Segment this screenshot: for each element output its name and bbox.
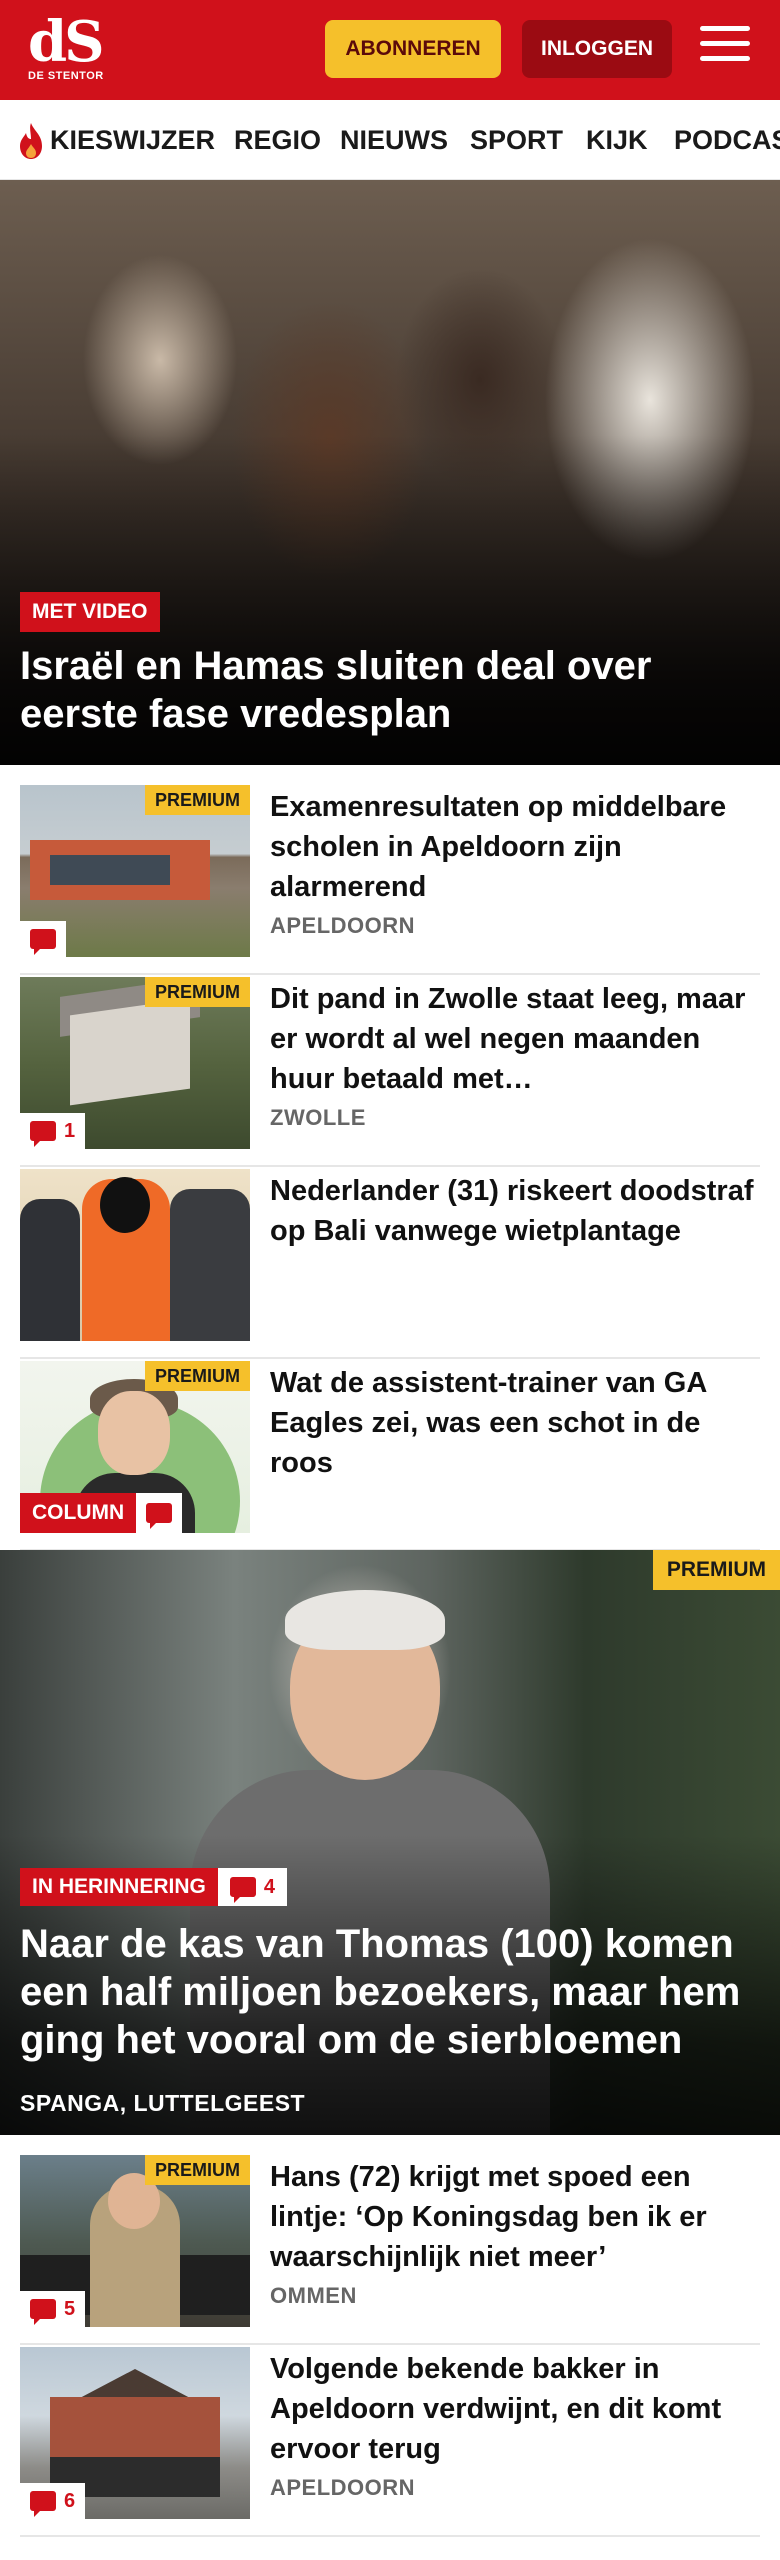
article-thumbnail[interactable]: PREMIUM 1 (20, 977, 250, 1149)
list-item[interactable]: 6 Volgende bekende bakker in Apeldoorn v… (20, 2347, 760, 2537)
article-headline[interactable]: Nederlander (31) riskeert doodstraf op B… (270, 1171, 760, 1251)
premium-badge: PREMIUM (145, 977, 250, 1007)
hamburger-icon[interactable] (700, 26, 750, 72)
comment-icon (30, 1121, 56, 1147)
article-location: APELDOORN (270, 913, 416, 938)
comment-icon (229, 1877, 256, 1903)
comment-count (20, 921, 66, 957)
comment-icon (146, 1503, 173, 1529)
comment-icon (30, 929, 56, 955)
article-thumbnail[interactable]: 6 (20, 2347, 250, 2519)
hero-headline[interactable]: Israël en Hamas sluiten deal over eerste… (20, 642, 760, 738)
nav-item-nieuws[interactable]: NIEUWS (340, 120, 448, 160)
logo-subtitle: DE STENTOR (28, 70, 104, 82)
feature-headline[interactable]: Naar de kas van Thomas (100) komen een h… (20, 1920, 760, 2064)
article-headline[interactable]: Hans (72) krijgt met spoed een lintje: ‘… (270, 2157, 760, 2277)
column-label: COLUMN (20, 1493, 137, 1533)
article-location: OMMEN (270, 2283, 357, 2308)
comment-count: 6 (20, 2483, 86, 2519)
premium-badge: PREMIUM (652, 1550, 780, 1590)
top-bar: dS DE STENTOR ABONNEREN INLOGGEN (0, 0, 780, 100)
article-headline[interactable]: Examenresultaten op middelbare scholen i… (270, 787, 760, 907)
premium-badge: PREMIUM (145, 785, 250, 815)
nav-item-kijk[interactable]: KIJK (586, 120, 648, 160)
column-tag: COLUMN (20, 1493, 183, 1533)
video-tag: MET VIDEO (20, 592, 160, 632)
nav-item-podcast[interactable]: PODCAS (674, 120, 780, 160)
list-item[interactable]: PREMIUM 1 Dit pand in Zwolle staat leeg,… (20, 977, 760, 1167)
article-thumbnail[interactable]: PREMIUM (20, 785, 250, 957)
feature-tags: IN HERINNERING 4 (20, 1868, 287, 1906)
list-item[interactable]: PREMIUM Examenresultaten op middelbare s… (20, 785, 760, 975)
nav-item-regio[interactable]: REGIO (234, 120, 321, 160)
logo[interactable]: dS DE STENTOR (28, 12, 112, 92)
logo-mark: dS (28, 9, 105, 75)
list-item[interactable]: PREMIUM COLUMN Wat de assistent-trainer … (20, 1361, 760, 1551)
article-headline[interactable]: Volgende bekende bakker in Apeldoorn ver… (270, 2349, 760, 2469)
feature-location: SPANGA, LUTTELGEEST (20, 2090, 306, 2116)
article-thumbnail[interactable]: PREMIUM 5 (20, 2155, 250, 2327)
nav-item-kieswijzer[interactable]: KIESWIJZER (50, 120, 215, 160)
list-item[interactable]: Nederlander (31) riskeert doodstraf op B… (20, 1169, 760, 1359)
comment-count: 5 (20, 2291, 86, 2327)
article-headline[interactable]: Wat de assistent-trainer van GA Eagles z… (270, 1363, 760, 1483)
login-button[interactable]: INLOGGEN (522, 20, 672, 78)
in-memoriam-tag: IN HERINNERING (20, 1868, 218, 1906)
article-headline[interactable]: Dit pand in Zwolle staat leeg, maar er w… (270, 979, 760, 1099)
article-location: APELDOORN (270, 2475, 416, 2500)
nav-item-sport[interactable]: SPORT (470, 120, 563, 160)
article-location: ZWOLLE (270, 1105, 366, 1130)
article-thumbnail[interactable] (20, 1169, 250, 1341)
flame-icon (20, 123, 42, 159)
comment-count: 1 (20, 1113, 86, 1149)
premium-badge: PREMIUM (145, 2155, 250, 2185)
list-item[interactable]: PREMIUM 5 Hans (72) krijgt met spoed een… (20, 2155, 760, 2345)
hero-article[interactable]: MET VIDEO Israël en Hamas sluiten deal o… (0, 180, 780, 765)
comment-count: 4 (217, 1868, 287, 1906)
subscribe-button[interactable]: ABONNEREN (325, 20, 501, 78)
premium-badge: PREMIUM (145, 1361, 250, 1391)
comment-icon (30, 2299, 56, 2325)
comment-icon (30, 2491, 56, 2517)
section-nav: KIESWIJZER REGIO NIEUWS SPORT KIJK PODCA… (0, 100, 780, 180)
article-thumbnail[interactable]: PREMIUM COLUMN (20, 1361, 250, 1533)
